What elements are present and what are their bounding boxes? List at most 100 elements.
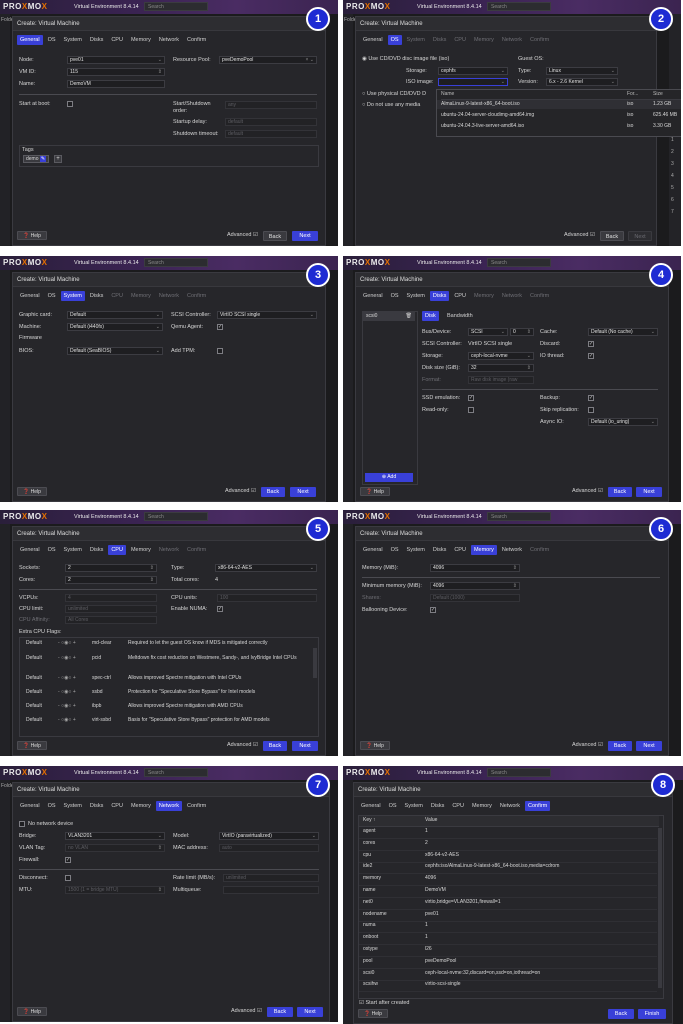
tab-os[interactable]: OS (45, 291, 59, 301)
tab-cpu[interactable]: CPU (449, 801, 467, 811)
tab-network[interactable]: Network (499, 35, 525, 45)
advanced-toggle[interactable]: Advanced ☑ (225, 488, 256, 494)
affinity-input[interactable]: All Cores (65, 616, 157, 624)
confirm-row[interactable]: numa 1 (359, 921, 657, 934)
flag-radio-icon[interactable]: - ○◉○ + (58, 654, 76, 663)
start-boot-checkbox[interactable] (67, 101, 73, 107)
readonly-checkbox[interactable] (468, 407, 474, 413)
confirm-row[interactable]: onboot 1 (359, 933, 657, 946)
tab-confirm[interactable]: Confirm (527, 291, 552, 301)
tab-system[interactable]: System (61, 35, 85, 45)
advanced-toggle[interactable]: Advanced ☑ (572, 488, 603, 494)
search-input[interactable]: Search (487, 768, 551, 777)
size-input[interactable]: 32 ⇕ (468, 364, 534, 372)
advanced-toggle[interactable]: Advanced ☑ (227, 232, 258, 238)
tab-memory[interactable]: Memory (471, 291, 497, 301)
confirm-row[interactable]: cores 2 (359, 839, 657, 851)
device-number-input[interactable]: 0 ⇕ (510, 328, 534, 336)
tab-memory[interactable]: Memory (471, 35, 497, 45)
bridge-select[interactable]: VLAN3201 ⌄ (65, 832, 165, 840)
confirm-row[interactable]: memory 4096 (359, 874, 657, 887)
confirm-row[interactable]: agent 1 (359, 827, 657, 839)
tab-disks[interactable]: Disks (87, 291, 106, 301)
vlan-input[interactable]: no VLAN ⇕ (65, 844, 165, 852)
tab-os[interactable]: OS (388, 545, 402, 555)
next-button[interactable]: Next (297, 1007, 323, 1017)
advanced-toggle[interactable]: Advanced ☑ (564, 232, 595, 238)
subtab-bandwidth[interactable]: Bandwidth (444, 311, 476, 321)
tab-memory[interactable]: Memory (470, 545, 497, 555)
flag-radio-icon[interactable]: - ○◉○ + (58, 639, 76, 648)
discard-checkbox[interactable]: ✓ (588, 341, 594, 347)
search-input[interactable]: Search (144, 2, 208, 11)
back-button[interactable]: Back (608, 741, 632, 751)
tab-confirm[interactable]: Confirm (527, 35, 552, 45)
tab-os[interactable]: OS (45, 545, 59, 555)
tab-system[interactable]: System (60, 291, 85, 301)
back-button[interactable]: Back (608, 1009, 634, 1019)
tab-system[interactable]: System (404, 291, 428, 301)
add-tag-icon[interactable]: + (54, 155, 62, 163)
tab-cpu[interactable]: CPU (108, 35, 126, 45)
back-button[interactable]: Back (600, 231, 624, 241)
type-select[interactable]: Linux ⌄ (546, 67, 618, 75)
flag-radio-icon[interactable]: - ○◉○ + (58, 702, 76, 711)
model-select[interactable]: VirtIO (paravirtualized) ⌄ (219, 832, 319, 840)
help-button[interactable]: ❓ Help (17, 1007, 47, 1016)
clear-icon[interactable]: × ⌄ (306, 57, 315, 63)
search-input[interactable]: Search (487, 258, 551, 267)
back-button[interactable]: Back (263, 741, 287, 751)
tab-disks[interactable]: Disks (430, 35, 449, 45)
tab-network[interactable]: Network (156, 35, 182, 45)
scrollbar[interactable] (658, 828, 662, 988)
tab-confirm[interactable]: Confirm (525, 801, 551, 811)
tab-os[interactable]: OS (386, 801, 400, 811)
tab-confirm[interactable]: Confirm (184, 291, 209, 301)
qemu-checkbox[interactable]: ✓ (217, 324, 223, 330)
tab-memory[interactable]: Memory (128, 291, 154, 301)
tab-general[interactable]: General (360, 35, 386, 45)
confirm-row[interactable]: nodename pve01 (359, 910, 657, 922)
scsi-select[interactable]: VirtIO SCSI single ⌄ (217, 311, 317, 319)
confirm-row[interactable]: cpu x86-64-v2-AES (359, 851, 657, 863)
tab-cpu[interactable]: CPU (108, 545, 126, 555)
flag-radio-icon[interactable]: - ○◉○ + (58, 674, 76, 683)
next-button[interactable]: Next (292, 231, 318, 241)
cpu-type-select[interactable]: x86-64-v2-AES ⌄ (215, 564, 317, 572)
tab-cpu[interactable]: CPU (451, 291, 469, 301)
tpm-checkbox[interactable] (217, 348, 223, 354)
multiqueue-input[interactable] (223, 886, 319, 894)
tab-system[interactable]: System (404, 35, 428, 45)
balloon-checkbox[interactable]: ✓ (430, 607, 436, 613)
tab-cpu[interactable]: CPU (451, 35, 469, 45)
flag-radio-icon[interactable]: - ○◉○ + (58, 688, 76, 697)
tab-cpu[interactable]: CPU (451, 545, 469, 555)
tab-disks[interactable]: Disks (429, 291, 450, 301)
no-net-checkbox[interactable] (19, 821, 25, 827)
tab-cpu[interactable]: CPU (108, 291, 126, 301)
tab-general[interactable]: General (17, 801, 43, 811)
next-button[interactable]: Next (636, 487, 662, 497)
next-button[interactable]: Next (636, 741, 662, 751)
advanced-toggle[interactable]: Advanced ☑ (572, 742, 603, 748)
confirm-row[interactable]: ostype l26 (359, 945, 657, 957)
cache-select[interactable]: Default (No cache) ⌄ (588, 328, 658, 336)
iso-row[interactable]: ubuntu-24.04-server-cloudimg-amd64.img i… (437, 111, 681, 120)
add-disk-button[interactable]: ⊕ Add (365, 473, 413, 482)
sockets-input[interactable]: 2 ⇕ (65, 564, 157, 572)
tab-os[interactable]: OS (45, 35, 59, 45)
limit-input[interactable]: unlimited (65, 605, 157, 613)
back-button[interactable]: Back (608, 487, 632, 497)
tab-confirm[interactable]: Confirm (184, 35, 209, 45)
pool-select[interactable]: pveDemoPool × ⌄ (219, 56, 317, 64)
min-memory-input[interactable]: 4096 ⇕ (430, 582, 520, 590)
cores-input[interactable]: 2 ⇕ (65, 576, 157, 584)
tab-general[interactable]: General (360, 545, 386, 555)
disk-item[interactable]: scsi0 🗑 (363, 312, 415, 321)
tab-network[interactable]: Network (499, 545, 525, 555)
format-select[interactable]: Raw disk image (raw (468, 376, 534, 384)
subtab-disk[interactable]: Disk (422, 311, 439, 321)
shares-input[interactable]: Default (1000) (430, 594, 520, 602)
disconnect-checkbox[interactable] (65, 875, 71, 881)
tab-general[interactable]: General (358, 801, 384, 811)
